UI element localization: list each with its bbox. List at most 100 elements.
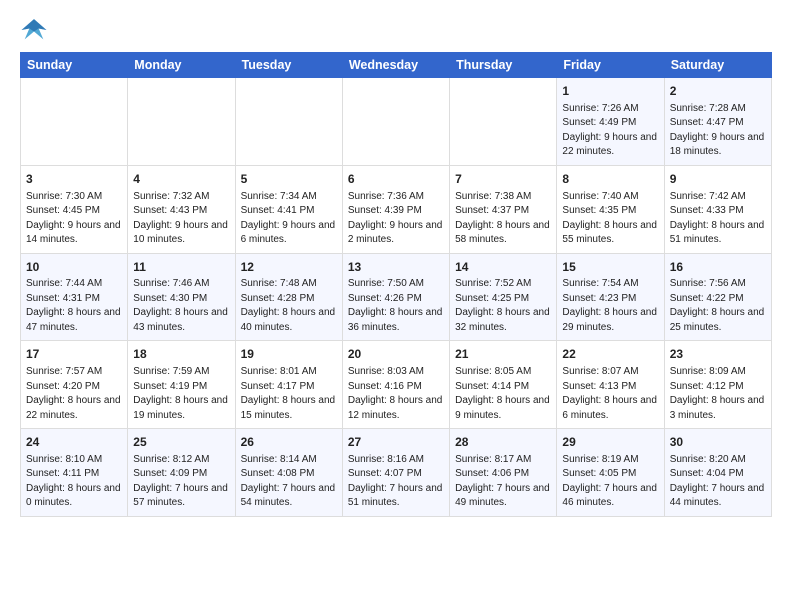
day-number: 4 — [133, 171, 229, 188]
calendar-cell: 1 Sunrise: 7:26 AMSunset: 4:49 PMDaylight… — [557, 78, 664, 166]
calendar-cell: 25 Sunrise: 8:12 AMSunset: 4:09 PMDayligh… — [128, 429, 235, 517]
day-number: 28 — [455, 434, 551, 451]
day-number: 7 — [455, 171, 551, 188]
day-number: 27 — [348, 434, 444, 451]
day-number: 13 — [348, 259, 444, 276]
calendar-day-header: Saturday — [664, 53, 771, 78]
day-info: Sunrise: 7:42 AMSunset: 4:33 PMDaylight:… — [670, 190, 766, 248]
day-info: Sunrise: 7:32 AMSunset: 4:43 PMDaylight:… — [133, 190, 229, 248]
calendar-day-header: Thursday — [450, 53, 557, 78]
day-info: Sunrise: 7:59 AMSunset: 4:19 PMDaylight:… — [133, 365, 229, 423]
day-info: Sunrise: 8:17 AMSunset: 4:06 PMDaylight:… — [455, 453, 551, 511]
day-number: 22 — [562, 346, 658, 363]
calendar-cell: 20Sunrise: 8:03 AMSunset: 4:16 PMDayligh… — [342, 341, 449, 429]
day-info: Sunrise: 7:52 AMSunset: 4:25 PMDaylight:… — [455, 277, 551, 335]
calendar-cell: 8 Sunrise: 7:40 AMSunset: 4:35 PMDaylight… — [557, 165, 664, 253]
day-number: 17 — [26, 346, 122, 363]
logo — [20, 16, 52, 44]
day-info: Sunrise: 8:12 AMSunset: 4:09 PMDaylight:… — [133, 453, 229, 511]
day-number: 11 — [133, 259, 229, 276]
calendar-cell: 3 Sunrise: 7:30 AMSunset: 4:45 PMDaylight… — [21, 165, 128, 253]
day-info: Sunrise: 8:05 AMSunset: 4:14 PMDaylight:… — [455, 365, 551, 423]
calendar-cell: 12Sunrise: 7:48 AMSunset: 4:28 PMDayligh… — [235, 253, 342, 341]
day-number: 25 — [133, 434, 229, 451]
calendar-cell: 4 Sunrise: 7:32 AMSunset: 4:43 PMDaylight… — [128, 165, 235, 253]
calendar-cell: 16Sunrise: 7:56 AMSunset: 4:22 PMDayligh… — [664, 253, 771, 341]
calendar-cell: 13Sunrise: 7:50 AMSunset: 4:26 PMDayligh… — [342, 253, 449, 341]
day-info: Sunrise: 8:16 AMSunset: 4:07 PMDaylight:… — [348, 453, 444, 511]
calendar-cell: 30Sunrise: 8:20 AMSunset: 4:04 PMDayligh… — [664, 429, 771, 517]
day-info: Sunrise: 8:09 AMSunset: 4:12 PMDaylight:… — [670, 365, 766, 423]
logo-bird-icon — [20, 16, 48, 44]
calendar-cell: 27 Sunrise: 8:16 AMSunset: 4:07 PMDayligh… — [342, 429, 449, 517]
page: SundayMondayTuesdayWednesdayThursdayFrid… — [0, 0, 792, 612]
day-info: Sunrise: 8:07 AMSunset: 4:13 PMDaylight:… — [562, 365, 658, 423]
day-info: Sunrise: 7:38 AMSunset: 4:37 PMDaylight:… — [455, 190, 551, 248]
day-info: Sunrise: 8:14 AMSunset: 4:08 PMDaylight:… — [241, 453, 337, 511]
calendar-cell: 9 Sunrise: 7:42 AMSunset: 4:33 PMDaylight… — [664, 165, 771, 253]
day-info: Sunrise: 7:34 AMSunset: 4:41 PMDaylight:… — [241, 190, 337, 248]
calendar-week-row: 17Sunrise: 7:57 AMSunset: 4:20 PMDayligh… — [21, 341, 772, 429]
day-info: Sunrise: 7:44 AMSunset: 4:31 PMDaylight:… — [26, 277, 122, 335]
day-info: Sunrise: 7:30 AMSunset: 4:45 PMDaylight:… — [26, 190, 122, 248]
calendar-cell — [21, 78, 128, 166]
calendar-cell: 23 Sunrise: 8:09 AMSunset: 4:12 PMDayligh… — [664, 341, 771, 429]
day-info: Sunrise: 8:10 AMSunset: 4:11 PMDaylight:… — [26, 453, 122, 511]
calendar-day-header: Sunday — [21, 53, 128, 78]
day-number: 15 — [562, 259, 658, 276]
calendar-cell: 2 Sunrise: 7:28 AMSunset: 4:47 PMDaylight… — [664, 78, 771, 166]
calendar-cell: 17Sunrise: 7:57 AMSunset: 4:20 PMDayligh… — [21, 341, 128, 429]
day-number: 2 — [670, 83, 766, 100]
day-info: Sunrise: 7:54 AMSunset: 4:23 PMDaylight:… — [562, 277, 658, 335]
calendar-cell: 24 Sunrise: 8:10 AMSunset: 4:11 PMDayligh… — [21, 429, 128, 517]
day-number: 8 — [562, 171, 658, 188]
calendar-cell — [342, 78, 449, 166]
day-info: Sunrise: 7:36 AMSunset: 4:39 PMDaylight:… — [348, 190, 444, 248]
calendar-day-header: Wednesday — [342, 53, 449, 78]
day-number: 14 — [455, 259, 551, 276]
day-number: 29 — [562, 434, 658, 451]
day-info: Sunrise: 7:26 AMSunset: 4:49 PMDaylight:… — [562, 102, 658, 160]
calendar-cell — [128, 78, 235, 166]
day-number: 18 — [133, 346, 229, 363]
calendar-header: SundayMondayTuesdayWednesdayThursdayFrid… — [21, 53, 772, 78]
calendar-cell: 5 Sunrise: 7:34 AMSunset: 4:41 PMDaylight… — [235, 165, 342, 253]
calendar-day-header: Friday — [557, 53, 664, 78]
day-info: Sunrise: 7:46 AMSunset: 4:30 PMDaylight:… — [133, 277, 229, 335]
day-number: 21 — [455, 346, 551, 363]
day-number: 30 — [670, 434, 766, 451]
day-number: 23 — [670, 346, 766, 363]
day-number: 1 — [562, 83, 658, 100]
day-number: 16 — [670, 259, 766, 276]
calendar-cell: 21 Sunrise: 8:05 AMSunset: 4:14 PMDayligh… — [450, 341, 557, 429]
day-info: Sunrise: 8:01 AMSunset: 4:17 PMDaylight:… — [241, 365, 337, 423]
day-info: Sunrise: 7:50 AMSunset: 4:26 PMDaylight:… — [348, 277, 444, 335]
day-number: 3 — [26, 171, 122, 188]
calendar-week-row: 1 Sunrise: 7:26 AMSunset: 4:49 PMDaylight… — [21, 78, 772, 166]
day-info: Sunrise: 7:56 AMSunset: 4:22 PMDaylight:… — [670, 277, 766, 335]
calendar-cell: 22 Sunrise: 8:07 AMSunset: 4:13 PMDayligh… — [557, 341, 664, 429]
day-info: Sunrise: 8:19 AMSunset: 4:05 PMDaylight:… — [562, 453, 658, 511]
calendar-cell: 19 Sunrise: 8:01 AMSunset: 4:17 PMDayligh… — [235, 341, 342, 429]
calendar-cell: 10Sunrise: 7:44 AMSunset: 4:31 PMDayligh… — [21, 253, 128, 341]
day-number: 19 — [241, 346, 337, 363]
day-info: Sunrise: 7:28 AMSunset: 4:47 PMDaylight:… — [670, 102, 766, 160]
day-number: 9 — [670, 171, 766, 188]
calendar-cell: 28 Sunrise: 8:17 AMSunset: 4:06 PMDayligh… — [450, 429, 557, 517]
day-info: Sunrise: 7:48 AMSunset: 4:28 PMDaylight:… — [241, 277, 337, 335]
header — [20, 16, 772, 44]
calendar-body: 1 Sunrise: 7:26 AMSunset: 4:49 PMDaylight… — [21, 78, 772, 517]
calendar-cell: 29 Sunrise: 8:19 AMSunset: 4:05 PMDayligh… — [557, 429, 664, 517]
day-info: Sunrise: 8:03 AMSunset: 4:16 PMDaylight:… — [348, 365, 444, 423]
day-info: Sunrise: 7:40 AMSunset: 4:35 PMDaylight:… — [562, 190, 658, 248]
day-number: 12 — [241, 259, 337, 276]
calendar-cell: 18 Sunrise: 7:59 AMSunset: 4:19 PMDayligh… — [128, 341, 235, 429]
calendar-cell: 15Sunrise: 7:54 AMSunset: 4:23 PMDayligh… — [557, 253, 664, 341]
calendar-day-header: Monday — [128, 53, 235, 78]
day-number: 26 — [241, 434, 337, 451]
calendar-cell: 7 Sunrise: 7:38 AMSunset: 4:37 PMDaylight… — [450, 165, 557, 253]
calendar: SundayMondayTuesdayWednesdayThursdayFrid… — [20, 52, 772, 517]
day-number: 24 — [26, 434, 122, 451]
day-number: 5 — [241, 171, 337, 188]
calendar-week-row: 24 Sunrise: 8:10 AMSunset: 4:11 PMDayligh… — [21, 429, 772, 517]
